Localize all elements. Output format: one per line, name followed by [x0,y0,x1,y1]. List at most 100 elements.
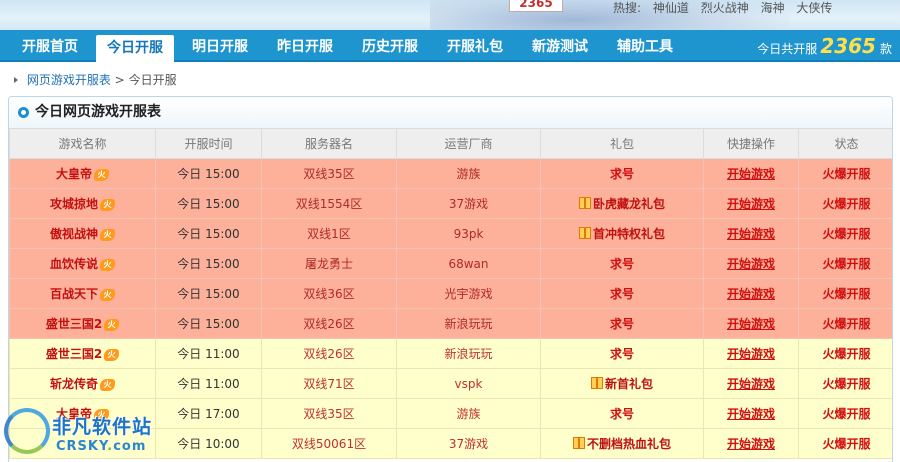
watermark-subtitle-left: CRSKY [56,439,108,454]
action-cell[interactable]: 开始游戏 [703,158,799,189]
main-nav: 开服首页 今日开服 明日开服 昨日开服 历史开服 开服礼包 新游测试 辅助工具 … [0,30,900,62]
game-name-cell[interactable]: 攻城掠地火 [9,188,156,219]
tab-tools[interactable]: 辅助工具 [608,34,682,60]
tab-yesterday[interactable]: 昨日开服 [268,34,342,60]
game-name[interactable]: 百战天下 [50,287,98,301]
start-game-link[interactable]: 开始游戏 [727,377,775,391]
request-code-link[interactable]: 求号 [610,287,634,301]
start-game-link[interactable]: 开始游戏 [727,197,775,211]
game-name-cell[interactable]: 斩龙传奇火 [9,368,156,399]
tab-new-game-test[interactable]: 新游测试 [523,34,597,60]
start-game-link[interactable]: 开始游戏 [727,317,775,331]
breadcrumb-current: 今日开服 [128,73,177,87]
start-game-link[interactable]: 开始游戏 [727,347,775,361]
breadcrumb-root-link[interactable]: 网页游戏开服表 [27,73,111,87]
fire-badge-icon: 火 [94,169,109,181]
site-watermark: 非凡软件站 CRSKY.com [0,400,160,462]
fire-badge-icon: 火 [100,259,115,271]
column-header: 状态 [798,128,892,159]
start-game-link[interactable]: 开始游戏 [727,167,775,181]
today-server-count: 今日共开服 2365 款 [757,30,892,62]
tab-history[interactable]: 历史开服 [353,34,427,60]
game-name[interactable]: 斩龙传奇 [50,377,98,391]
action-cell[interactable]: 开始游戏 [703,188,799,219]
game-name[interactable]: 血饮传说 [50,257,98,271]
tab-today[interactable]: 今日开服 [96,35,174,62]
status-cell: 火爆开服 [798,308,892,339]
game-name[interactable]: 盛世三国2 [46,347,102,361]
request-code-link[interactable]: 求号 [610,167,634,181]
game-name[interactable]: 攻城掠地 [50,197,98,211]
gift-cell[interactable]: 求号 [540,248,704,279]
fire-badge-icon: 火 [104,349,120,361]
game-name[interactable]: 盛世三国2 [46,317,102,331]
vendor-name: vspk [396,368,541,399]
gift-cell[interactable]: 卧虎藏龙礼包 [540,188,704,219]
game-name-cell[interactable]: 大皇帝火 [9,158,156,189]
start-game-link[interactable]: 开始游戏 [727,227,775,241]
open-time: 今日 15:00 [155,278,262,309]
gift-cell[interactable]: 首冲特权礼包 [540,218,704,249]
gift-cell[interactable]: 求号 [540,278,704,309]
start-game-link[interactable]: 开始游戏 [727,257,775,271]
game-name-cell[interactable]: 百战天下火 [9,278,156,309]
server-name: 双线50061区 [261,428,397,459]
breadcrumb-separator: > [114,73,125,87]
open-time: 今日 10:00 [155,428,262,459]
status-badge: 火爆开服 [822,377,871,391]
game-name-cell[interactable]: 血饮传说火 [9,248,156,279]
hot-search-label: 热搜: [613,1,642,15]
game-name-cell[interactable]: 盛世三国2 火 [9,338,156,369]
tab-tomorrow[interactable]: 明日开服 [183,34,257,60]
table-row: 百战天下火今日 15:00 双线36区 光宇游戏 求号 开始游戏 火爆开服 [9,278,892,309]
gift-cell[interactable]: 求号 [540,398,704,429]
start-game-link[interactable]: 开始游戏 [727,407,775,421]
breadcrumb-arrow-icon [14,77,18,83]
status-badge: 火爆开服 [822,257,871,271]
action-cell[interactable]: 开始游戏 [703,398,799,429]
action-cell[interactable]: 开始游戏 [703,368,799,399]
game-name-cell[interactable]: 傲视战神火 [9,218,156,249]
gift-cell[interactable]: 求号 [540,338,704,369]
status-cell: 火爆开服 [798,188,892,219]
action-cell[interactable]: 开始游戏 [703,278,799,309]
status-cell: 火爆开服 [798,428,892,459]
action-cell[interactable]: 开始游戏 [703,218,799,249]
request-code-link[interactable]: 求号 [610,407,634,421]
column-header: 运营厂商 [396,128,541,159]
action-cell[interactable]: 开始游戏 [703,428,799,459]
request-code-link[interactable]: 求号 [610,257,634,271]
banner-counter: 2365 [509,0,563,12]
gift-cell[interactable]: 求号 [540,308,704,339]
column-header: 礼包 [540,128,704,159]
gift-pack-link[interactable]: 不删档热血礼包 [587,437,671,451]
game-name-cell[interactable]: 盛世三国2 火 [9,308,156,339]
start-game-link[interactable]: 开始游戏 [727,287,775,301]
action-cell[interactable]: 开始游戏 [703,308,799,339]
action-cell[interactable]: 开始游戏 [703,338,799,369]
status-cell: 火爆开服 [798,338,892,369]
request-code-link[interactable]: 求号 [610,317,634,331]
gift-pack-link[interactable]: 首冲特权礼包 [593,227,665,241]
gift-cell[interactable]: 不删档热血礼包 [540,428,704,459]
hot-search-link[interactable]: 神仙道 [653,1,689,15]
action-cell[interactable]: 开始游戏 [703,248,799,279]
hot-search-link[interactable]: 大侠传 [796,1,832,15]
panel-header: 今日网页游戏开服表 [9,97,892,128]
gift-cell[interactable]: 新首礼包 [540,368,704,399]
game-name[interactable]: 大皇帝 [56,167,92,181]
status-badge: 火爆开服 [822,437,871,451]
crsky-logo-icon [4,408,50,454]
request-code-link[interactable]: 求号 [610,347,634,361]
status-badge: 火爆开服 [822,227,871,241]
tab-home[interactable]: 开服首页 [13,34,87,60]
status-badge: 火爆开服 [822,407,871,421]
tab-gift-packs[interactable]: 开服礼包 [438,34,512,60]
gift-pack-link[interactable]: 卧虎藏龙礼包 [593,197,665,211]
start-game-link[interactable]: 开始游戏 [727,437,775,451]
gift-pack-link[interactable]: 新首礼包 [605,377,653,391]
game-name[interactable]: 傲视战神 [50,227,98,241]
hot-search-link[interactable]: 烈火战神 [701,1,749,15]
hot-search-link[interactable]: 海神 [761,1,785,15]
gift-cell[interactable]: 求号 [540,158,704,189]
